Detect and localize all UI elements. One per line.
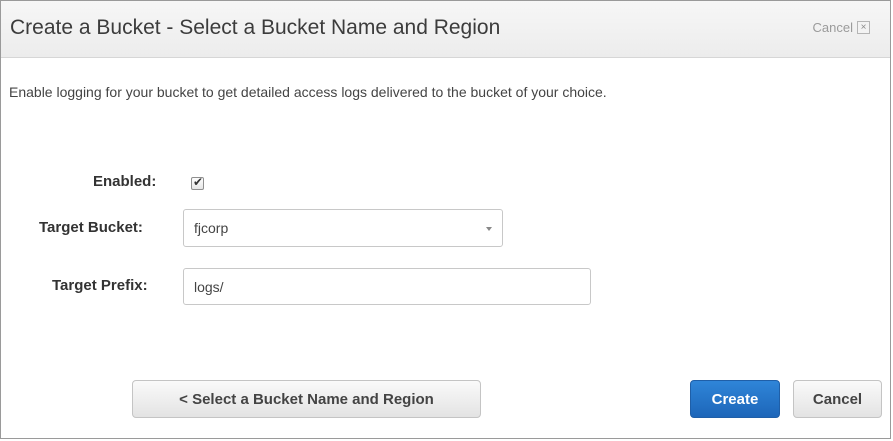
target-bucket-select[interactable]: fjcorp	[183, 209, 503, 247]
dialog-title: Create a Bucket - Select a Bucket Name a…	[10, 16, 501, 39]
target-bucket-label: Target Bucket:	[39, 219, 143, 236]
target-prefix-label: Target Prefix:	[52, 277, 148, 294]
target-prefix-input[interactable]	[183, 268, 591, 305]
logging-description: Enable logging for your bucket to get de…	[9, 84, 607, 100]
close-icon[interactable]: ×	[857, 21, 870, 34]
create-bucket-dialog: Create a Bucket - Select a Bucket Name a…	[0, 0, 891, 439]
enabled-checkbox[interactable]: ✔	[191, 175, 204, 190]
check-icon: ✔	[193, 175, 204, 189]
dialog-header: Create a Bucket - Select a Bucket Name a…	[1, 1, 890, 58]
header-cancel-button[interactable]: Cancel ×	[813, 20, 870, 35]
chevron-down-icon	[486, 227, 492, 231]
header-cancel-label: Cancel	[812, 20, 853, 35]
target-bucket-value: fjcorp	[194, 220, 229, 236]
enabled-label: Enabled:	[93, 173, 157, 190]
back-button[interactable]: < Select a Bucket Name and Region	[132, 380, 481, 418]
cancel-button[interactable]: Cancel	[793, 380, 882, 418]
create-button[interactable]: Create	[690, 380, 780, 418]
